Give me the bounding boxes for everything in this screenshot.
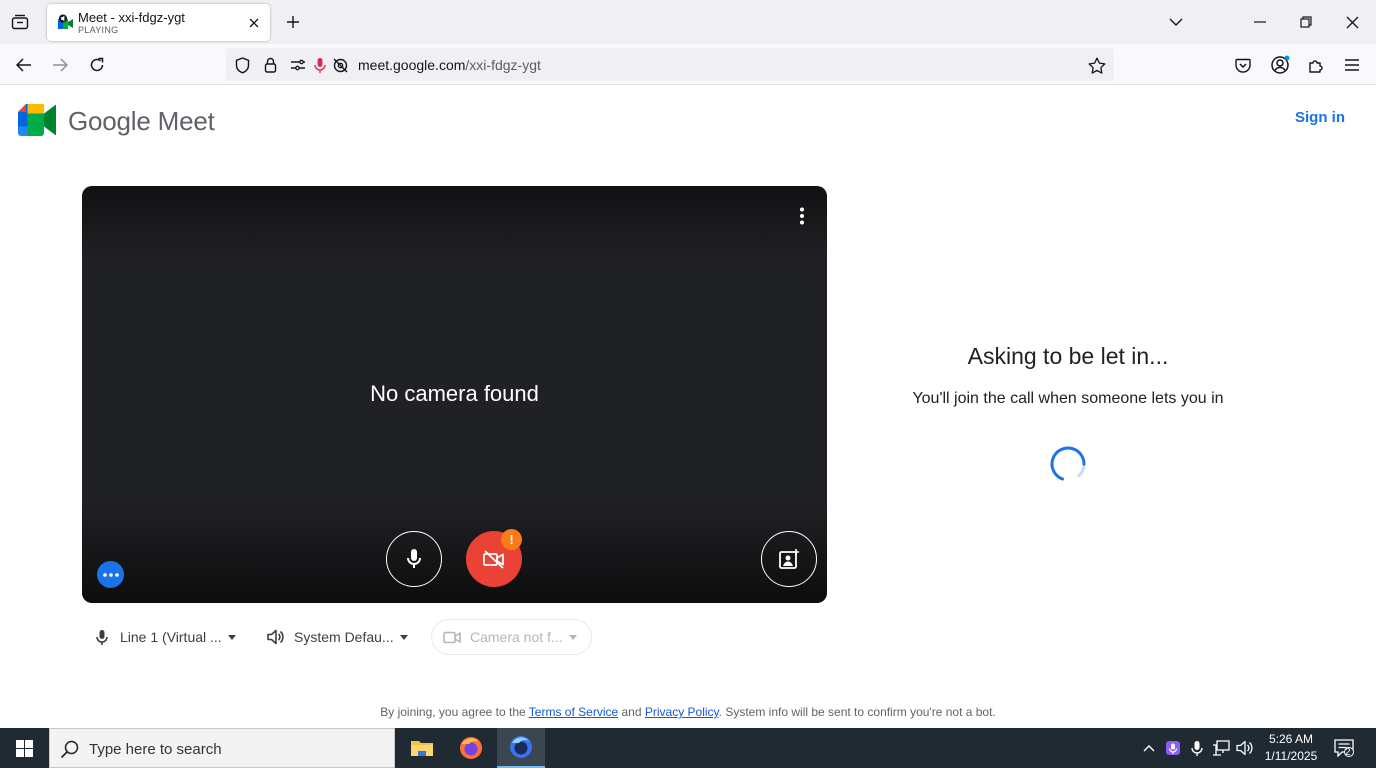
visual-effects-icon <box>779 549 799 569</box>
firefox-nightly-icon <box>510 736 532 758</box>
speaker-icon <box>266 627 286 647</box>
meet-favicon-icon <box>58 14 73 29</box>
tab-playing-label: PLAYING <box>78 25 119 35</box>
notification-count: 2 <box>1345 747 1351 758</box>
url-host: meet.google.com <box>358 57 466 73</box>
camera-selector: Camera not f... <box>431 619 592 655</box>
windows-taskbar: Type here to search 5:26 AM 1/11/2025 2 <box>0 728 1376 768</box>
speaker-selector[interactable]: System Defau... <box>266 619 408 655</box>
visual-effects-button[interactable] <box>761 531 817 587</box>
account-icon[interactable] <box>1267 52 1293 78</box>
caret-down-icon <box>399 634 408 640</box>
brand-name: Google Meet <box>68 106 215 136</box>
more-options-icon[interactable] <box>793 206 811 226</box>
terms-of-service-link[interactable]: Terms of Service <box>529 705 618 719</box>
new-tab-icon[interactable] <box>282 11 304 33</box>
google-meet-logo <box>18 104 56 136</box>
notifications-icon[interactable] <box>1334 738 1354 758</box>
restore-icon[interactable] <box>1294 10 1318 34</box>
lock-icon[interactable] <box>261 56 279 74</box>
minimize-icon[interactable] <box>1248 10 1272 34</box>
microphone-toggle-button[interactable] <box>386 531 442 587</box>
clock-date: 1/11/2025 <box>1264 749 1318 763</box>
volume-icon[interactable] <box>1235 738 1255 758</box>
microphone-tray-icon[interactable] <box>1187 738 1207 758</box>
tray-app-icon[interactable] <box>1163 738 1183 758</box>
mic-in-use-icon[interactable] <box>311 56 329 74</box>
reload-icon[interactable] <box>84 52 110 78</box>
search-icon <box>60 740 79 759</box>
tab-close-icon[interactable] <box>244 13 264 33</box>
menu-hamburger-icon[interactable] <box>1339 52 1365 78</box>
extensions-icon[interactable] <box>1303 52 1329 78</box>
legal-notice: By joining, you agree to the Terms of Se… <box>0 705 1376 719</box>
microphone-selector[interactable]: Line 1 (Virtual ... <box>92 619 236 655</box>
ellipsis-icon <box>102 572 119 577</box>
firefox-icon <box>460 737 482 759</box>
speaker-selector-label: System Defau... <box>294 629 394 645</box>
close-window-icon[interactable] <box>1340 10 1364 34</box>
legal-prefix: By joining, you agree to the <box>380 705 526 719</box>
more-actions-button[interactable] <box>97 561 124 588</box>
taskbar-search-box[interactable]: Type here to search <box>49 728 395 768</box>
search-placeholder: Type here to search <box>89 741 222 758</box>
camera-blocked-icon[interactable] <box>331 56 349 74</box>
microphone-selector-label: Line 1 (Virtual ... <box>120 629 222 645</box>
forward-arrow-icon[interactable] <box>47 52 73 78</box>
caret-down-icon <box>227 634 236 640</box>
camera-off-icon <box>483 550 504 569</box>
network-icon[interactable] <box>1211 738 1231 758</box>
no-camera-message: No camera found <box>370 381 539 406</box>
pocket-icon[interactable] <box>1230 52 1256 78</box>
legal-suffix: . System info will be sent to confirm yo… <box>718 705 996 719</box>
url-path: /xxi-fdgz-ygt <box>465 57 541 73</box>
tab-title: Meet - xxi-fdgz-ygt <box>78 10 185 25</box>
windows-start-button[interactable] <box>0 728 48 768</box>
firefox-taskbar-button[interactable] <box>447 728 495 768</box>
tracking-shield-icon[interactable] <box>233 56 251 74</box>
bookmark-star-icon[interactable] <box>1088 56 1106 74</box>
taskbar-clock[interactable]: 5:26 AM 1/11/2025 <box>1256 731 1326 765</box>
url-bar[interactable]: meet.google.com/xxi-fdgz-ygt <box>226 48 1114 81</box>
firefox-nightly-taskbar-button[interactable] <box>497 728 545 768</box>
video-camera-icon <box>442 627 462 647</box>
file-explorer-taskbar-button[interactable] <box>398 728 446 768</box>
caret-down-icon <box>568 634 577 640</box>
sign-in-link[interactable]: Sign in <box>1295 109 1345 126</box>
loading-spinner-icon <box>1050 446 1086 482</box>
back-arrow-icon[interactable] <box>11 52 37 78</box>
permissions-icon[interactable] <box>289 56 307 74</box>
microphone-icon <box>407 549 421 568</box>
show-hidden-icons-chevron-icon[interactable] <box>1139 738 1159 758</box>
video-preview: No camera found ! <box>82 186 827 603</box>
microphone-small-icon <box>92 627 112 647</box>
privacy-policy-link[interactable]: Privacy Policy <box>645 705 719 719</box>
clock-time: 5:26 AM <box>1268 732 1314 746</box>
windows-logo-icon <box>15 739 33 757</box>
asking-to-join-title: Asking to be let in... <box>967 343 1169 369</box>
folder-icon <box>411 741 433 756</box>
camera-selector-label: Camera not f... <box>470 629 563 645</box>
device-selectors: Line 1 (Virtual ... System Defau... Came… <box>82 619 682 655</box>
camera-warning-badge: ! <box>501 529 522 550</box>
browser-nav-bar: meet.google.com/xxi-fdgz-ygt <box>0 44 1376 85</box>
tab-list-icon[interactable] <box>8 10 32 34</box>
browser-tab-meet[interactable]: Meet - xxi-fdgz-ygt PLAYING <box>47 4 270 41</box>
url-text[interactable]: meet.google.com/xxi-fdgz-ygt <box>358 57 541 73</box>
asking-to-join-subtitle: You'll join the call when someone lets y… <box>912 390 1224 407</box>
chevron-down-icon[interactable] <box>1164 10 1188 34</box>
legal-and: and <box>621 705 642 719</box>
browser-tab-bar: Meet - xxi-fdgz-ygt PLAYING <box>0 0 1376 44</box>
